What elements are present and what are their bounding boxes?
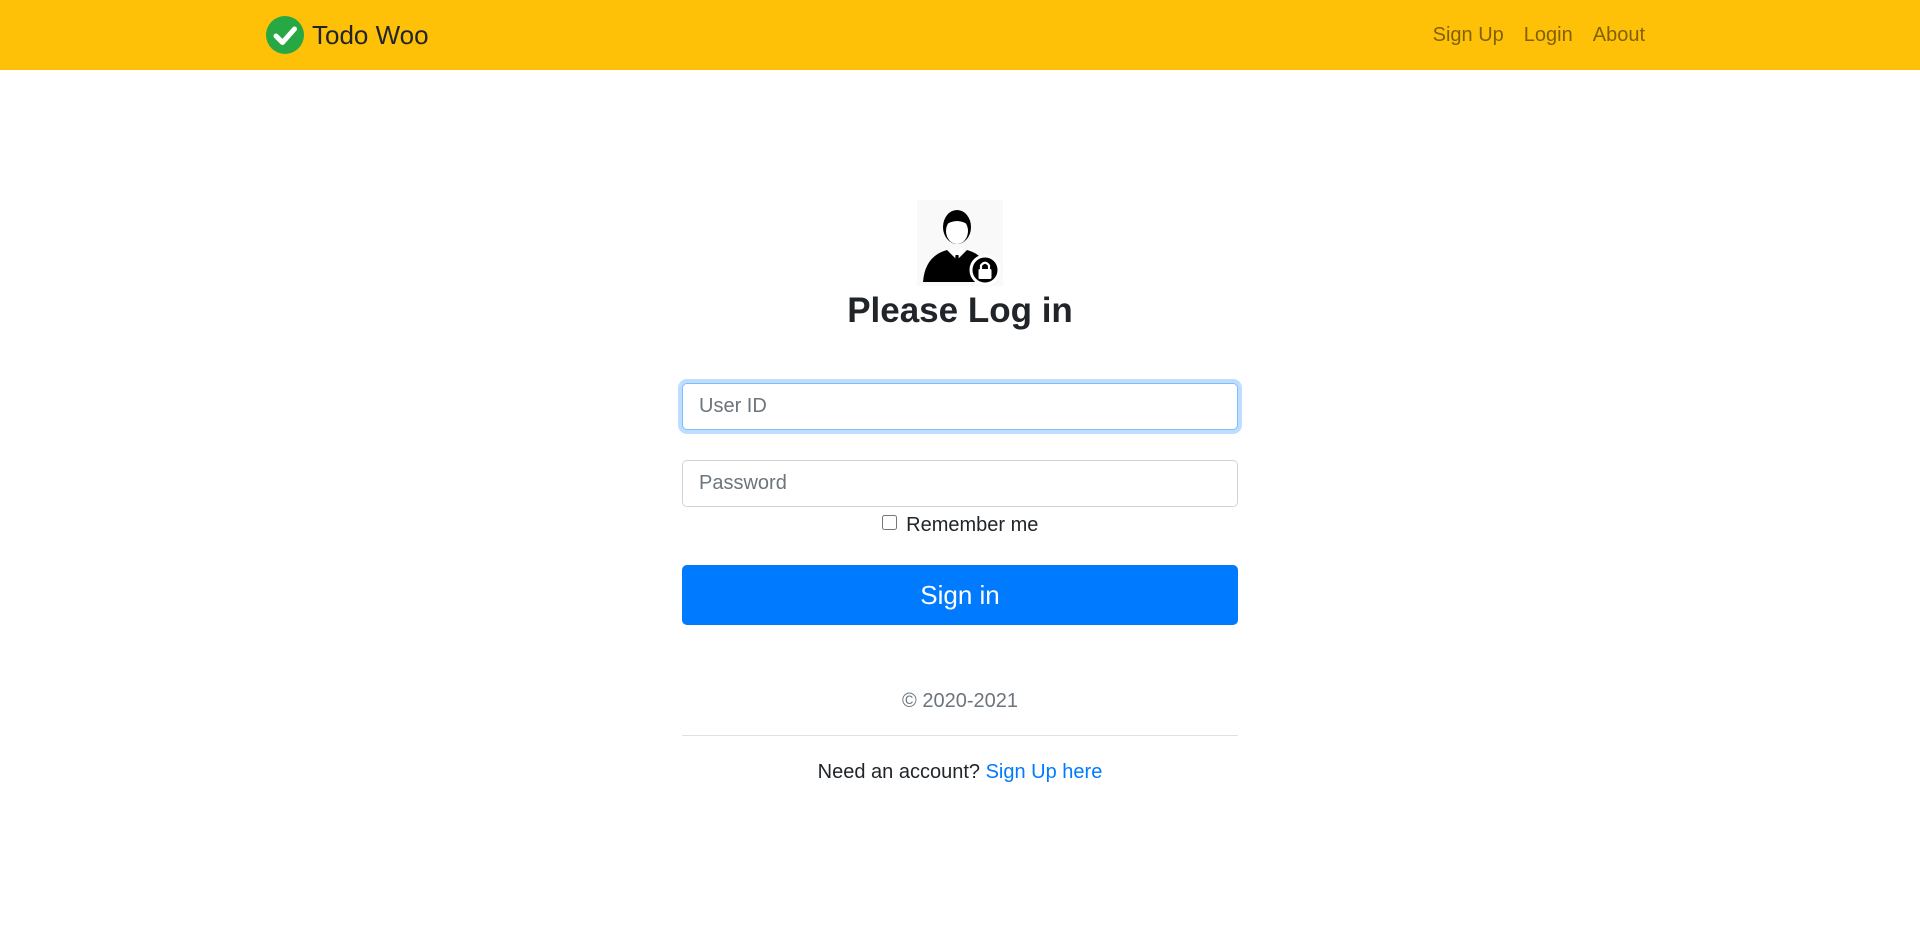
userid-input[interactable] [682, 383, 1238, 430]
page-title: Please Log in [847, 291, 1073, 330]
nav-login-link[interactable]: Login [1524, 24, 1573, 47]
divider [682, 735, 1238, 736]
user-lock-icon [917, 200, 1003, 286]
password-input[interactable] [682, 460, 1238, 507]
brand-link[interactable]: Todo Woo [265, 15, 429, 55]
signup-prompt: Need an account? Sign Up here [682, 760, 1238, 784]
check-circle-icon [266, 16, 304, 54]
remember-me-checkbox[interactable] [881, 515, 897, 530]
remember-me-label[interactable]: Remember me [906, 514, 1038, 536]
copyright-text: © 2020-2021 [902, 690, 1018, 712]
navbar: Todo Woo Sign Up Login About [0, 0, 1920, 70]
brand-label: Todo Woo [312, 20, 429, 50]
remember-me-row: Remember me [682, 513, 1238, 537]
signup-here-link[interactable]: Sign Up here [986, 761, 1103, 783]
need-account-text: Need an account? [817, 761, 981, 783]
signin-button[interactable]: Sign in [682, 565, 1238, 625]
nav-signup-link[interactable]: Sign Up [1433, 24, 1504, 47]
nav-links: Sign Up Login About [1413, 0, 1645, 70]
nav-about-link[interactable]: About [1593, 24, 1645, 47]
login-form: Please Log in Remember me Sign in © 2020… [682, 200, 1238, 784]
